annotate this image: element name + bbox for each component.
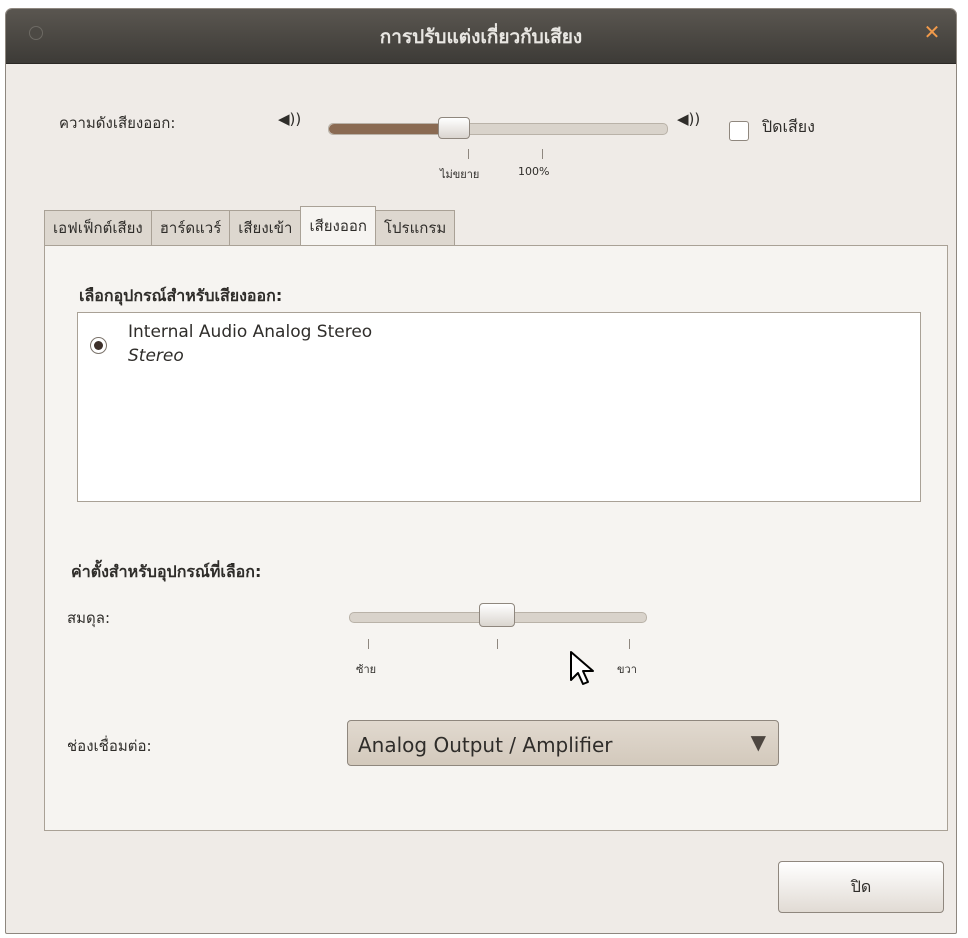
balance-left-label: ซ้าย bbox=[356, 663, 377, 676]
device-list[interactable]: Internal Audio Analog Stereo Stereo bbox=[77, 312, 921, 502]
device-settings-heading: ค่าตั้งสำหรับอุปกรณ์ที่เลือก: bbox=[71, 562, 262, 581]
output-volume-slider[interactable] bbox=[328, 123, 668, 135]
volume-100-label: 100% bbox=[518, 165, 550, 178]
volume-unamplified-label: ไม่ขยาย bbox=[440, 168, 480, 181]
balance-tick-left bbox=[368, 639, 369, 649]
connector-select[interactable]: Analog Output / Amplifier ▼ bbox=[347, 720, 779, 766]
device-name: Internal Audio Analog Stereo bbox=[128, 322, 373, 342]
dropdown-arrow-icon: ▼ bbox=[750, 730, 766, 754]
title-bar: การปรับแต่งเกี่ยวกับเสียง ✕ bbox=[6, 9, 956, 64]
balance-label: สมดุล: bbox=[67, 609, 111, 627]
balance-tick-right bbox=[629, 639, 630, 649]
balance-tick-center bbox=[497, 639, 498, 649]
output-volume-label: ความดังเสียงออก: bbox=[59, 114, 176, 132]
close-button[interactable]: ปิด bbox=[778, 861, 944, 913]
tab-output[interactable]: เสียงออก bbox=[300, 206, 376, 245]
output-volume-handle[interactable] bbox=[438, 117, 470, 139]
device-radio[interactable] bbox=[90, 337, 107, 354]
window-close-icon[interactable]: ✕ bbox=[921, 21, 943, 43]
tab-input[interactable]: เสียงเข้า bbox=[229, 210, 302, 245]
mouse-cursor-icon bbox=[570, 651, 594, 685]
tab-applications[interactable]: โปรแกรม bbox=[374, 210, 456, 245]
mute-checkbox[interactable] bbox=[729, 121, 749, 141]
output-volume-row: ความดังเสียงออก: ◀)) ◀)) ไม่ขยาย 100% ปิ… bbox=[6, 105, 956, 181]
balance-handle[interactable] bbox=[479, 603, 515, 627]
output-tab-panel: เลือกอุปกรณ์สำหรับเสียงออก: Internal Aud… bbox=[44, 245, 948, 831]
speaker-low-icon: ◀)) bbox=[278, 110, 302, 128]
sound-preferences-window: การปรับแต่งเกี่ยวกับเสียง ✕ ความดังเสียง… bbox=[5, 8, 957, 934]
radio-selected-dot bbox=[94, 341, 103, 350]
tab-sound-effects[interactable]: เอฟเฟ็กต์เสียง bbox=[44, 210, 152, 245]
connector-label: ช่องเชื่อมต่อ: bbox=[67, 737, 152, 755]
tab-bar: เอฟเฟ็กต์เสียง ฮาร์ดแวร์ เสียงเข้า เสียง… bbox=[44, 206, 456, 245]
window-title: การปรับแต่งเกี่ยวกับเสียง bbox=[379, 26, 583, 48]
volume-tick-100 bbox=[542, 149, 543, 159]
volume-tick-unamplified bbox=[468, 149, 469, 159]
device-profile: Stereo bbox=[128, 346, 184, 366]
mute-label[interactable]: ปิดเสียง bbox=[762, 115, 815, 140]
tab-hardware[interactable]: ฮาร์ดแวร์ bbox=[150, 210, 231, 245]
choose-device-heading: เลือกอุปกรณ์สำหรับเสียงออก: bbox=[79, 286, 283, 305]
speaker-high-icon: ◀)) bbox=[677, 110, 701, 128]
connector-selected-value: Analog Output / Amplifier bbox=[358, 733, 613, 757]
balance-right-label: ขวา bbox=[617, 663, 637, 676]
